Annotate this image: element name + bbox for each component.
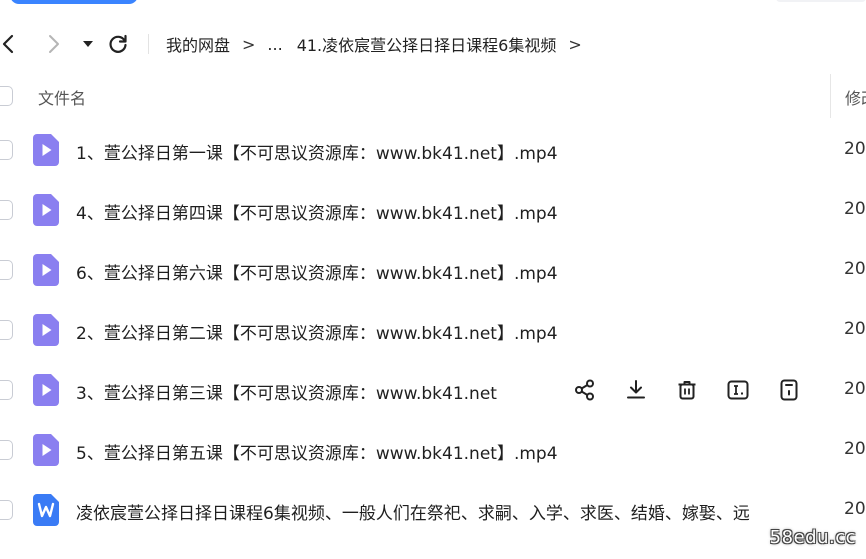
navigation-bar: 我的网盘 > ... 41.凌依宸萱公择日择日课程6集视频 > <box>0 26 866 62</box>
breadcrumb-trailing-separator[interactable]: > <box>568 35 581 54</box>
file-name[interactable]: 3、萱公择日第三课【不可思议资源库：www.bk41.net <box>76 379 497 404</box>
modified-date: 20 <box>844 199 866 219</box>
file-row[interactable]: 1、萱公择日第一课【不可思议资源库：www.bk41.net】.mp4 20 <box>0 120 866 180</box>
row-checkbox[interactable] <box>0 200 13 220</box>
row-checkbox[interactable] <box>0 260 13 280</box>
file-row[interactable]: 凌依宸萱公择日择日课程6集视频、一般人们在祭祀、求嗣、入学、求医、结婚、嫁娶、远… <box>0 480 866 540</box>
modified-date: 20 <box>844 439 866 459</box>
file-row[interactable]: 6、萱公择日第六课【不可思议资源库：www.bk41.net】.mp4 20 <box>0 240 866 300</box>
video-file-icon <box>33 434 59 466</box>
watermark: 58edu.cc <box>769 527 856 548</box>
download-button[interactable] <box>621 376 651 404</box>
file-name[interactable]: 4、萱公择日第四课【不可思议资源库：www.bk41.net】.mp4 <box>76 199 558 224</box>
refresh-icon <box>109 34 127 53</box>
file-list: 1、萱公择日第一课【不可思议资源库：www.bk41.net】.mp4 20 4… <box>0 120 866 540</box>
more-button[interactable] <box>774 376 804 404</box>
modified-date: 20 <box>844 379 866 399</box>
download-icon <box>627 380 645 399</box>
history-dropdown-button[interactable] <box>76 30 100 58</box>
modified-date: 20 <box>844 499 866 519</box>
breadcrumb-current[interactable]: 41.凌依宸萱公择日择日课程6集视频 <box>297 32 557 56</box>
column-header-name[interactable]: 文件名 <box>38 85 86 109</box>
breadcrumb-ellipsis[interactable]: ... <box>267 35 282 54</box>
delete-button[interactable] <box>672 376 702 404</box>
chevron-left-icon <box>2 34 14 54</box>
modified-date: 20 <box>844 139 866 159</box>
row-actions <box>570 376 825 404</box>
column-header-modified[interactable]: 修改 <box>845 85 866 109</box>
file-row[interactable]: 4、萱公择日第四课【不可思议资源库：www.bk41.net】.mp4 20 <box>0 180 866 240</box>
file-name[interactable]: 1、萱公择日第一课【不可思议资源库：www.bk41.net】.mp4 <box>76 139 558 164</box>
top-search-box-edge <box>776 0 866 2</box>
file-row[interactable]: 5、萱公择日第五课【不可思议资源库：www.bk41.net】.mp4 20 <box>0 420 866 480</box>
delete-icon <box>678 381 696 400</box>
file-name[interactable]: 凌依宸萱公择日择日课程6集视频、一般人们在祭祀、求嗣、入学、求医、结婚、嫁娶、远 <box>76 499 750 524</box>
more-icon <box>780 379 798 401</box>
file-row[interactable]: 2、萱公择日第二课【不可思议资源库：www.bk41.net】.mp4 20 <box>0 300 866 360</box>
share-icon <box>575 379 594 401</box>
select-all-checkbox[interactable] <box>0 86 13 106</box>
top-tab-indicator <box>10 0 138 4</box>
file-name[interactable]: 5、萱公择日第五课【不可思议资源库：www.bk41.net】.mp4 <box>76 439 558 464</box>
breadcrumb-root[interactable]: 我的网盘 <box>166 32 230 56</box>
video-file-icon <box>33 314 59 346</box>
row-checkbox[interactable] <box>0 320 13 340</box>
row-checkbox[interactable] <box>0 140 13 160</box>
modified-date: 20 <box>844 319 866 339</box>
row-checkbox[interactable] <box>0 440 13 460</box>
video-file-icon <box>33 194 59 226</box>
file-list-header: 文件名 修改 <box>0 74 866 118</box>
file-name[interactable]: 6、萱公择日第六课【不可思议资源库：www.bk41.net】.mp4 <box>76 259 558 284</box>
column-divider[interactable] <box>830 74 831 118</box>
forward-button[interactable] <box>42 30 66 58</box>
caret-down-icon <box>83 41 93 47</box>
file-name[interactable]: 2、萱公择日第二课【不可思议资源库：www.bk41.net】.mp4 <box>76 319 558 344</box>
word-file-icon <box>33 494 59 526</box>
row-checkbox[interactable] <box>0 380 13 400</box>
nav-divider <box>148 34 149 54</box>
rename-button[interactable] <box>723 376 753 404</box>
modified-date: 20 <box>844 259 866 279</box>
video-file-icon <box>33 134 59 166</box>
share-button[interactable] <box>570 376 600 404</box>
row-checkbox[interactable] <box>0 500 13 520</box>
breadcrumb-separator: > <box>242 34 256 54</box>
chevron-right-icon <box>49 35 59 53</box>
video-file-icon <box>33 374 59 406</box>
rename-icon <box>727 380 749 400</box>
refresh-button[interactable] <box>106 30 130 58</box>
video-file-icon <box>33 254 59 286</box>
breadcrumb: 我的网盘 > ... 41.凌依宸萱公择日择日课程6集视频 > <box>166 26 594 62</box>
back-button[interactable] <box>0 30 20 58</box>
file-row-hovered[interactable]: 3、萱公择日第三课【不可思议资源库：www.bk41.net 20 <box>0 360 866 420</box>
